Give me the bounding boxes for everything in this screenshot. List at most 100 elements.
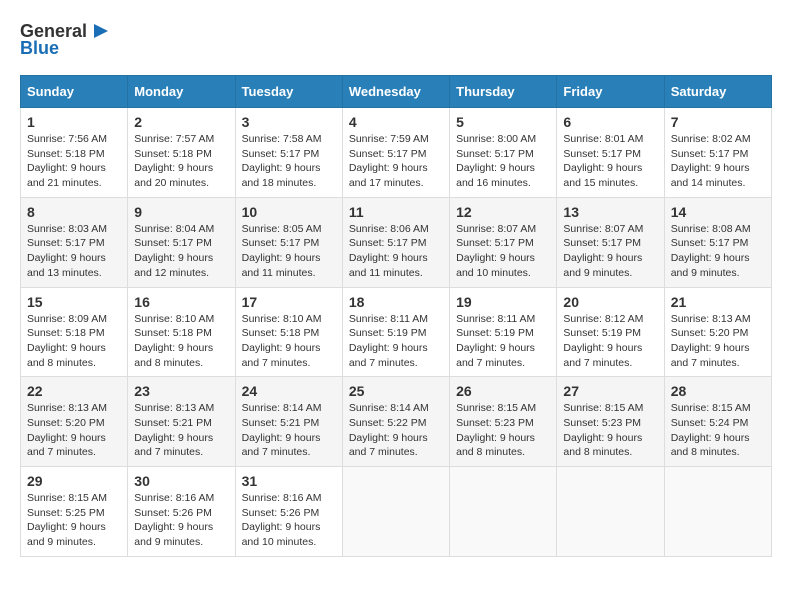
day-number: 29 [27, 473, 121, 489]
day-info: Sunrise: 8:10 AMSunset: 5:18 PMDaylight:… [134, 312, 228, 371]
day-number: 18 [349, 294, 443, 310]
calendar-cell: 4 Sunrise: 7:59 AMSunset: 5:17 PMDaylight… [342, 108, 449, 198]
day-number: 1 [27, 114, 121, 130]
day-info: Sunrise: 8:00 AMSunset: 5:17 PMDaylight:… [456, 132, 550, 191]
calendar-cell: 30Sunrise: 8:16 AMSunset: 5:26 PMDayligh… [128, 467, 235, 557]
day-info: Sunrise: 8:11 AMSunset: 5:19 PMDaylight:… [456, 312, 550, 371]
calendar-week-row: 1 Sunrise: 7:56 AMSunset: 5:18 PMDaylight… [21, 108, 772, 198]
day-info: Sunrise: 7:58 AMSunset: 5:17 PMDaylight:… [242, 132, 336, 191]
calendar-cell: 18 Sunrise: 8:11 AMSunset: 5:19 PMDayligh… [342, 287, 449, 377]
day-number: 20 [563, 294, 657, 310]
day-info: Sunrise: 8:15 AMSunset: 5:23 PMDaylight:… [563, 401, 657, 460]
calendar-cell: 9 Sunrise: 8:04 AMSunset: 5:17 PMDaylight… [128, 197, 235, 287]
day-number: 15 [27, 294, 121, 310]
day-info: Sunrise: 8:03 AMSunset: 5:17 PMDaylight:… [27, 222, 121, 281]
day-info: Sunrise: 8:13 AMSunset: 5:20 PMDaylight:… [671, 312, 765, 371]
calendar-cell: 27 Sunrise: 8:15 AMSunset: 5:23 PMDayligh… [557, 377, 664, 467]
calendar-cell: 7 Sunrise: 8:02 AMSunset: 5:17 PMDaylight… [664, 108, 771, 198]
calendar-cell: 17 Sunrise: 8:10 AMSunset: 5:18 PMDayligh… [235, 287, 342, 377]
day-number: 28 [671, 383, 765, 399]
day-number: 19 [456, 294, 550, 310]
day-number: 5 [456, 114, 550, 130]
calendar-day-header: Monday [128, 76, 235, 108]
day-number: 30 [134, 473, 228, 489]
day-info: Sunrise: 8:15 AMSunset: 5:25 PMDaylight:… [27, 491, 121, 550]
day-number: 22 [27, 383, 121, 399]
calendar-cell: 22 Sunrise: 8:13 AMSunset: 5:20 PMDayligh… [21, 377, 128, 467]
calendar-cell: 24Sunrise: 8:14 AMSunset: 5:21 PMDayligh… [235, 377, 342, 467]
day-number: 7 [671, 114, 765, 130]
day-info: Sunrise: 8:05 AMSunset: 5:17 PMDaylight:… [242, 222, 336, 281]
day-info: Sunrise: 8:04 AMSunset: 5:17 PMDaylight:… [134, 222, 228, 281]
day-number: 16 [134, 294, 228, 310]
day-number: 17 [242, 294, 336, 310]
calendar-cell: 25Sunrise: 8:14 AMSunset: 5:22 PMDayligh… [342, 377, 449, 467]
logo: General Blue [20, 20, 112, 59]
calendar-day-header: Tuesday [235, 76, 342, 108]
day-number: 2 [134, 114, 228, 130]
page-header: General Blue [20, 20, 772, 59]
calendar-cell: 10 Sunrise: 8:05 AMSunset: 5:17 PMDayligh… [235, 197, 342, 287]
day-info: Sunrise: 8:13 AMSunset: 5:21 PMDaylight:… [134, 401, 228, 460]
calendar-day-header: Saturday [664, 76, 771, 108]
calendar-cell: 19 Sunrise: 8:11 AMSunset: 5:19 PMDayligh… [450, 287, 557, 377]
day-info: Sunrise: 8:15 AMSunset: 5:24 PMDaylight:… [671, 401, 765, 460]
calendar-cell: 13Sunrise: 8:07 AMSunset: 5:17 PMDayligh… [557, 197, 664, 287]
calendar-day-header: Sunday [21, 76, 128, 108]
calendar-cell: 8 Sunrise: 8:03 AMSunset: 5:17 PMDaylight… [21, 197, 128, 287]
day-number: 14 [671, 204, 765, 220]
calendar-cell: 20Sunrise: 8:12 AMSunset: 5:19 PMDayligh… [557, 287, 664, 377]
calendar-cell: 1 Sunrise: 7:56 AMSunset: 5:18 PMDaylight… [21, 108, 128, 198]
day-number: 4 [349, 114, 443, 130]
calendar-header-row: SundayMondayTuesdayWednesdayThursdayFrid… [21, 76, 772, 108]
day-info: Sunrise: 8:01 AMSunset: 5:17 PMDaylight:… [563, 132, 657, 191]
calendar-week-row: 29 Sunrise: 8:15 AMSunset: 5:25 PMDayligh… [21, 467, 772, 557]
calendar-cell [664, 467, 771, 557]
day-info: Sunrise: 8:08 AMSunset: 5:17 PMDaylight:… [671, 222, 765, 281]
calendar-cell: 28 Sunrise: 8:15 AMSunset: 5:24 PMDayligh… [664, 377, 771, 467]
calendar-day-header: Friday [557, 76, 664, 108]
day-number: 10 [242, 204, 336, 220]
calendar-cell: 12Sunrise: 8:07 AMSunset: 5:17 PMDayligh… [450, 197, 557, 287]
calendar-cell [342, 467, 449, 557]
day-info: Sunrise: 8:09 AMSunset: 5:18 PMDaylight:… [27, 312, 121, 371]
calendar-table: SundayMondayTuesdayWednesdayThursdayFrid… [20, 75, 772, 557]
day-info: Sunrise: 8:16 AMSunset: 5:26 PMDaylight:… [242, 491, 336, 550]
logo-blue-text: Blue [20, 38, 59, 59]
day-info: Sunrise: 8:07 AMSunset: 5:17 PMDaylight:… [563, 222, 657, 281]
calendar-week-row: 8 Sunrise: 8:03 AMSunset: 5:17 PMDaylight… [21, 197, 772, 287]
day-number: 31 [242, 473, 336, 489]
calendar-cell: 5 Sunrise: 8:00 AMSunset: 5:17 PMDaylight… [450, 108, 557, 198]
day-number: 27 [563, 383, 657, 399]
calendar-cell: 26Sunrise: 8:15 AMSunset: 5:23 PMDayligh… [450, 377, 557, 467]
calendar-cell: 2 Sunrise: 7:57 AMSunset: 5:18 PMDaylight… [128, 108, 235, 198]
calendar-cell: 6 Sunrise: 8:01 AMSunset: 5:17 PMDaylight… [557, 108, 664, 198]
calendar-day-header: Wednesday [342, 76, 449, 108]
calendar-cell: 23 Sunrise: 8:13 AMSunset: 5:21 PMDayligh… [128, 377, 235, 467]
day-info: Sunrise: 7:57 AMSunset: 5:18 PMDaylight:… [134, 132, 228, 191]
day-number: 11 [349, 204, 443, 220]
day-number: 26 [456, 383, 550, 399]
day-info: Sunrise: 7:59 AMSunset: 5:17 PMDaylight:… [349, 132, 443, 191]
day-info: Sunrise: 8:02 AMSunset: 5:17 PMDaylight:… [671, 132, 765, 191]
calendar-cell [557, 467, 664, 557]
calendar-week-row: 15 Sunrise: 8:09 AMSunset: 5:18 PMDayligh… [21, 287, 772, 377]
day-number: 23 [134, 383, 228, 399]
day-number: 3 [242, 114, 336, 130]
calendar-cell: 29 Sunrise: 8:15 AMSunset: 5:25 PMDayligh… [21, 467, 128, 557]
day-info: Sunrise: 8:13 AMSunset: 5:20 PMDaylight:… [27, 401, 121, 460]
day-info: Sunrise: 8:07 AMSunset: 5:17 PMDaylight:… [456, 222, 550, 281]
day-info: Sunrise: 7:56 AMSunset: 5:18 PMDaylight:… [27, 132, 121, 191]
calendar-cell: 14 Sunrise: 8:08 AMSunset: 5:17 PMDayligh… [664, 197, 771, 287]
calendar-cell: 15 Sunrise: 8:09 AMSunset: 5:18 PMDayligh… [21, 287, 128, 377]
day-info: Sunrise: 8:10 AMSunset: 5:18 PMDaylight:… [242, 312, 336, 371]
calendar-cell: 16 Sunrise: 8:10 AMSunset: 5:18 PMDayligh… [128, 287, 235, 377]
day-number: 9 [134, 204, 228, 220]
logo-arrow-icon [90, 20, 112, 42]
calendar-cell: 11Sunrise: 8:06 AMSunset: 5:17 PMDayligh… [342, 197, 449, 287]
day-info: Sunrise: 8:11 AMSunset: 5:19 PMDaylight:… [349, 312, 443, 371]
day-number: 6 [563, 114, 657, 130]
calendar-cell: 3 Sunrise: 7:58 AMSunset: 5:17 PMDaylight… [235, 108, 342, 198]
day-number: 8 [27, 204, 121, 220]
calendar-day-header: Thursday [450, 76, 557, 108]
